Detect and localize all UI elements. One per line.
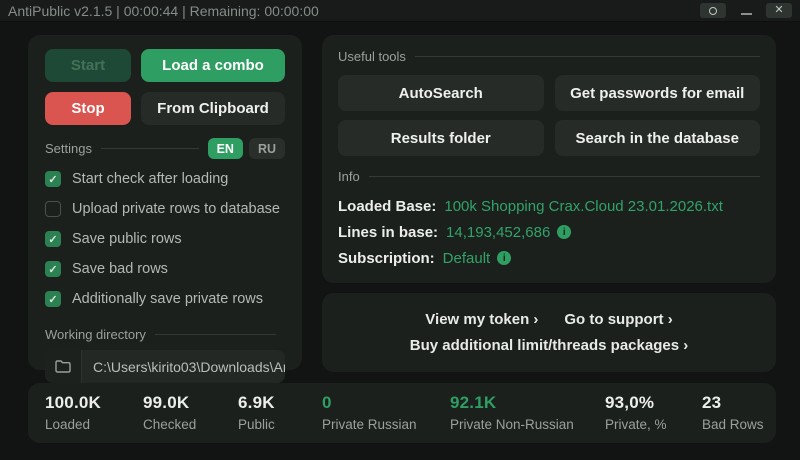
tool-buttons: AutoSearch Get passwords for email Resul… xyxy=(338,75,760,156)
stat-label: Public xyxy=(238,417,275,432)
from-clipboard-button[interactable]: From Clipboard xyxy=(141,92,285,125)
loaded-base-value: 100k Shopping Crax.Cloud 23.01.2026.txt xyxy=(444,197,723,215)
stat-label: Private, % xyxy=(605,417,667,432)
autosearch-button[interactable]: AutoSearch xyxy=(338,75,544,111)
pin-circle-button[interactable] xyxy=(700,3,726,18)
settings-label: Settings xyxy=(45,141,92,156)
support-link[interactable]: Go to support › xyxy=(564,311,672,328)
checkbox-checked-icon[interactable]: ✓ xyxy=(45,171,61,187)
titlebar: AntiPublic v2.1.5 | 00:00:44 | Remaining… xyxy=(0,0,800,22)
links-row-2: Buy additional limit/threads packages › xyxy=(410,337,688,354)
checkbox-save-public-rows[interactable]: ✓ Save public rows xyxy=(45,224,285,254)
stat-value: 92.1K xyxy=(450,393,497,412)
info-rows: Loaded Base: 100k Shopping Crax.Cloud 23… xyxy=(338,193,760,271)
minimize-button[interactable] xyxy=(733,3,759,18)
checkbox-upload-private-rows[interactable]: Upload private rows to database xyxy=(45,194,285,224)
stat-label: Loaded xyxy=(45,417,91,432)
info-circle-icon[interactable]: i xyxy=(497,251,512,265)
subscription-label: Subscription: xyxy=(338,249,435,267)
info-circle-icon[interactable]: i xyxy=(557,225,572,239)
working-directory-label: Working directory xyxy=(45,327,146,342)
divider xyxy=(154,334,276,335)
checkbox-label: Save bad rows xyxy=(72,261,168,277)
stat-label: Checked xyxy=(143,417,197,432)
divider xyxy=(414,56,760,57)
loaded-base-label: Loaded Base: xyxy=(338,197,437,215)
settings-header: Settings EN RU xyxy=(45,138,285,159)
buy-packages-link[interactable]: Buy additional limit/threads packages › xyxy=(410,337,688,354)
lines-in-base-row: Lines in base: 14,193,452,686 i xyxy=(338,219,760,245)
stat-loaded: 100.0K Loaded xyxy=(45,393,101,432)
info-label: Info xyxy=(338,169,360,184)
subscription-value: Default xyxy=(442,249,491,267)
settings-checkboxes: ✓ Start check after loading Upload priva… xyxy=(45,164,285,314)
language-ru-button[interactable]: RU xyxy=(248,138,285,159)
folder-icon xyxy=(55,360,71,373)
checkbox-save-bad-rows[interactable]: ✓ Save bad rows xyxy=(45,254,285,284)
divider xyxy=(100,148,199,149)
stat-checked: 99.0K Checked xyxy=(143,393,196,432)
stat-value: 0 xyxy=(322,393,332,412)
browse-folder-button[interactable] xyxy=(45,350,82,383)
stat-value: 99.0K xyxy=(143,393,190,412)
checkbox-start-check-after-loading[interactable]: ✓ Start check after loading xyxy=(45,164,285,194)
window-title: AntiPublic v2.1.5 | 00:00:44 | Remaining… xyxy=(8,2,319,19)
close-button[interactable]: ✕ xyxy=(766,3,792,18)
checkbox-unchecked-icon[interactable] xyxy=(45,201,61,217)
search-database-button[interactable]: Search in the database xyxy=(554,120,760,156)
subscription-row: Subscription: Default i xyxy=(338,245,760,271)
stat-private-percent: 93,0% Private, % xyxy=(605,393,667,432)
stat-label: Bad Rows xyxy=(702,417,764,432)
checkbox-label: Additionally save private rows xyxy=(72,291,264,307)
checkbox-label: Start check after loading xyxy=(72,171,229,187)
control-panel: Start Load a combo Stop From Clipboard S… xyxy=(28,35,302,383)
links-row-1: View my token › Go to support › xyxy=(425,311,672,328)
load-combo-button[interactable]: Load a combo xyxy=(141,49,285,82)
app-window: AntiPublic v2.1.5 | 00:00:44 | Remaining… xyxy=(0,0,800,460)
checkbox-checked-icon[interactable]: ✓ xyxy=(45,231,61,247)
stat-value: 23 xyxy=(702,393,722,412)
info-header: Info xyxy=(338,169,760,184)
view-token-link[interactable]: View my token › xyxy=(425,311,538,328)
stat-public: 6.9K Public xyxy=(238,393,275,432)
get-passwords-button[interactable]: Get passwords for email xyxy=(554,75,760,111)
stat-value: 6.9K xyxy=(238,393,275,412)
close-icon: ✕ xyxy=(774,4,784,16)
lines-in-base-label: Lines in base: xyxy=(338,223,439,241)
minimize-icon xyxy=(740,13,752,15)
lines-in-base-value: 14,193,452,686 xyxy=(446,223,551,241)
stat-private-non-russian: 92.1K Private Non-Russian xyxy=(450,393,574,432)
results-folder-button[interactable]: Results folder xyxy=(338,120,544,156)
circle-icon xyxy=(709,6,717,15)
divider xyxy=(368,176,760,177)
stat-value: 93,0% xyxy=(605,393,655,412)
start-button[interactable]: Start xyxy=(45,49,131,82)
tools-info-panel: Useful tools AutoSearch Get passwords fo… xyxy=(322,35,776,283)
checkbox-additionally-save-private-rows[interactable]: ✓ Additionally save private rows xyxy=(45,284,285,314)
language-en-button[interactable]: EN xyxy=(207,138,243,159)
checkbox-label: Upload private rows to database xyxy=(72,201,280,217)
stat-label: Private Russian xyxy=(322,417,417,432)
stat-label: Private Non-Russian xyxy=(450,417,574,432)
stat-private-russian: 0 Private Russian xyxy=(322,393,417,432)
working-directory-header: Working directory xyxy=(45,327,285,342)
working-directory-input[interactable]: C:\Users\kirito03\Downloads\An... xyxy=(45,350,285,383)
window-controls: ✕ xyxy=(700,3,792,18)
checkbox-label: Save public rows xyxy=(72,231,182,247)
stat-bad-rows: 23 Bad Rows xyxy=(702,393,764,432)
working-directory-path: C:\Users\kirito03\Downloads\An... xyxy=(93,358,285,375)
stop-button[interactable]: Stop xyxy=(45,92,131,125)
checkbox-checked-icon[interactable]: ✓ xyxy=(45,261,61,277)
stat-value: 100.0K xyxy=(45,393,102,412)
useful-tools-header: Useful tools xyxy=(338,49,760,64)
stats-bar: 100.0K Loaded 99.0K Checked 6.9K Public … xyxy=(28,383,776,443)
useful-tools-label: Useful tools xyxy=(338,49,406,64)
links-panel: View my token › Go to support › Buy addi… xyxy=(322,293,776,372)
loaded-base-row: Loaded Base: 100k Shopping Crax.Cloud 23… xyxy=(338,193,760,219)
checkbox-checked-icon[interactable]: ✓ xyxy=(45,291,61,307)
